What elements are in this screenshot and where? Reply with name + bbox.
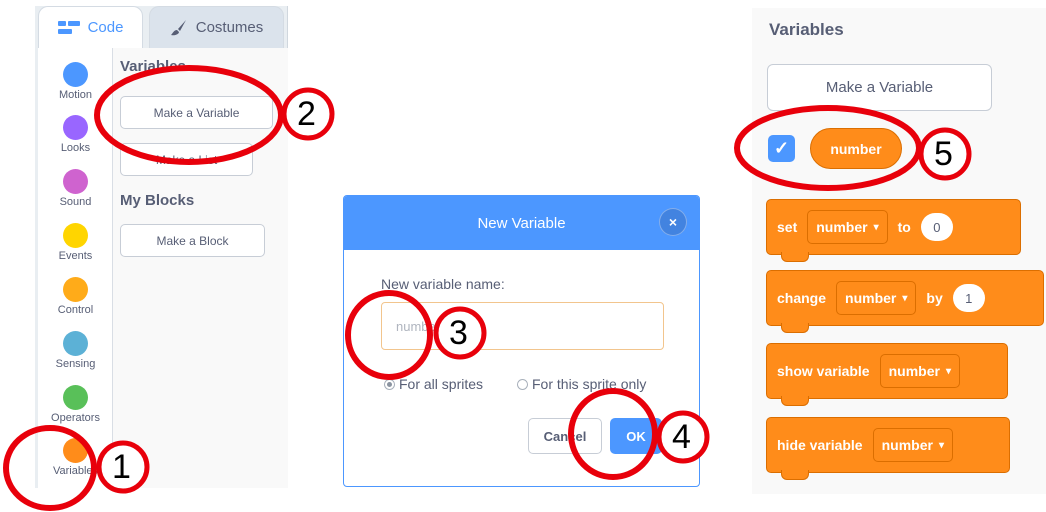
- category-label: Operators: [51, 412, 100, 424]
- block-notch: [781, 470, 809, 480]
- tab-costumes[interactable]: Costumes: [149, 6, 284, 48]
- category-label: Sensing: [55, 358, 96, 370]
- number-input[interactable]: 0: [920, 213, 953, 241]
- my-blocks-heading: My Blocks: [120, 192, 195, 209]
- block-keyword: to: [897, 219, 911, 235]
- block-notch: [781, 252, 809, 262]
- brush-icon: [170, 19, 186, 35]
- block-keyword: set: [777, 219, 798, 235]
- variable-name-input[interactable]: [381, 302, 664, 350]
- close-icon[interactable]: ×: [659, 208, 687, 236]
- dialog-title: New Variable: [477, 214, 566, 232]
- variable-dropdown[interactable]: number ▾: [807, 210, 888, 244]
- scratch-editor-panel: Code Costumes Motion Looks Sound Events …: [35, 6, 288, 488]
- block-notch: [781, 323, 809, 333]
- chevron-down-icon: ▾: [902, 292, 908, 304]
- step-number-2: 2: [297, 95, 316, 133]
- sensing-color-dot: [63, 331, 88, 356]
- dropdown-value: number: [888, 363, 940, 379]
- variables-blocks-panel: Variables Make a Variable ✓ number set n…: [752, 8, 1046, 494]
- make-list-button[interactable]: Make a List: [120, 143, 253, 176]
- variable-dropdown[interactable]: number ▾: [872, 428, 953, 462]
- block-keyword: by: [926, 290, 943, 306]
- category-label: Looks: [60, 142, 91, 154]
- category-looks[interactable]: Looks: [38, 115, 113, 154]
- show-variable-block[interactable]: show variable number ▾: [766, 343, 1008, 406]
- category-variables[interactable]: Variables: [38, 438, 113, 477]
- chevron-down-icon: ▾: [938, 439, 944, 451]
- variables-heading: Variables: [120, 58, 186, 75]
- make-block-button[interactable]: Make a Block: [120, 224, 265, 257]
- step-number-5: 5: [934, 135, 953, 173]
- block-keyword: show variable: [777, 363, 870, 379]
- chevron-down-icon: ▾: [873, 221, 879, 233]
- block-palette: Variables Make a Variable Make a List My…: [113, 48, 288, 488]
- radio-for-this-sprite-only[interactable]: For this sprite only: [517, 376, 646, 392]
- make-variable-button[interactable]: Make a Variable: [767, 64, 992, 111]
- category-motion[interactable]: Motion: [38, 62, 113, 101]
- hide-variable-block[interactable]: hide variable number ▾: [766, 417, 1010, 480]
- ok-button[interactable]: OK: [610, 418, 662, 454]
- category-menu: Motion Looks Sound Events Control Sensin…: [38, 48, 113, 488]
- number-reporter-block[interactable]: number: [810, 128, 902, 169]
- chevron-down-icon: ▾: [945, 365, 951, 377]
- radio-for-all-sprites[interactable]: For all sprites: [384, 376, 483, 392]
- radio-selected-icon: [384, 378, 395, 390]
- code-icon: [57, 20, 80, 34]
- dropdown-value: number: [816, 219, 868, 235]
- control-color-dot: [63, 277, 88, 302]
- variable-dropdown[interactable]: number ▾: [836, 281, 917, 315]
- checkmark-icon[interactable]: ✓: [768, 135, 795, 162]
- set-variable-block[interactable]: set number ▾ to 0: [766, 199, 1021, 262]
- dialog-header: New Variable: [344, 196, 699, 250]
- tab-costumes-label: Costumes: [195, 19, 264, 36]
- tab-code-label: Code: [87, 19, 124, 36]
- variables-section-title: Variables: [769, 20, 844, 39]
- block-notch: [781, 396, 809, 406]
- variables-color-dot: [63, 438, 88, 463]
- category-operators[interactable]: Operators: [38, 385, 113, 424]
- events-color-dot: [63, 223, 88, 248]
- number-input[interactable]: 1: [952, 284, 985, 312]
- motion-color-dot: [63, 62, 88, 87]
- radio-label: For this sprite only: [532, 376, 647, 392]
- radio-unselected-icon: [517, 378, 528, 390]
- dropdown-value: number: [881, 437, 933, 453]
- step-number-4: 4: [672, 418, 691, 456]
- category-label: Sound: [59, 196, 92, 208]
- block-keyword: change: [777, 290, 827, 306]
- category-label: Variables: [52, 465, 99, 477]
- cancel-button[interactable]: Cancel: [528, 418, 602, 454]
- radio-label: For all sprites: [399, 376, 484, 392]
- category-events[interactable]: Events: [38, 223, 113, 262]
- make-variable-button[interactable]: Make a Variable: [120, 96, 273, 129]
- category-sensing[interactable]: Sensing: [38, 331, 113, 370]
- category-control[interactable]: Control: [38, 277, 113, 316]
- dropdown-value: number: [845, 290, 897, 306]
- category-label: Motion: [58, 89, 93, 101]
- variable-name-label: New variable name:: [381, 276, 505, 292]
- operators-color-dot: [63, 385, 88, 410]
- variable-dropdown[interactable]: number ▾: [879, 354, 960, 388]
- step-number-1: 1: [112, 448, 131, 486]
- step-number-3: 3: [449, 314, 468, 352]
- category-label: Events: [58, 250, 93, 262]
- new-variable-dialog: New Variable × New variable name: For al…: [343, 195, 700, 487]
- block-keyword: hide variable: [777, 437, 863, 453]
- tab-code[interactable]: Code: [38, 6, 143, 48]
- category-sound[interactable]: Sound: [38, 169, 113, 208]
- sound-color-dot: [63, 169, 88, 194]
- looks-color-dot: [63, 115, 88, 140]
- category-label: Control: [57, 304, 94, 316]
- change-variable-block[interactable]: change number ▾ by 1: [766, 270, 1044, 333]
